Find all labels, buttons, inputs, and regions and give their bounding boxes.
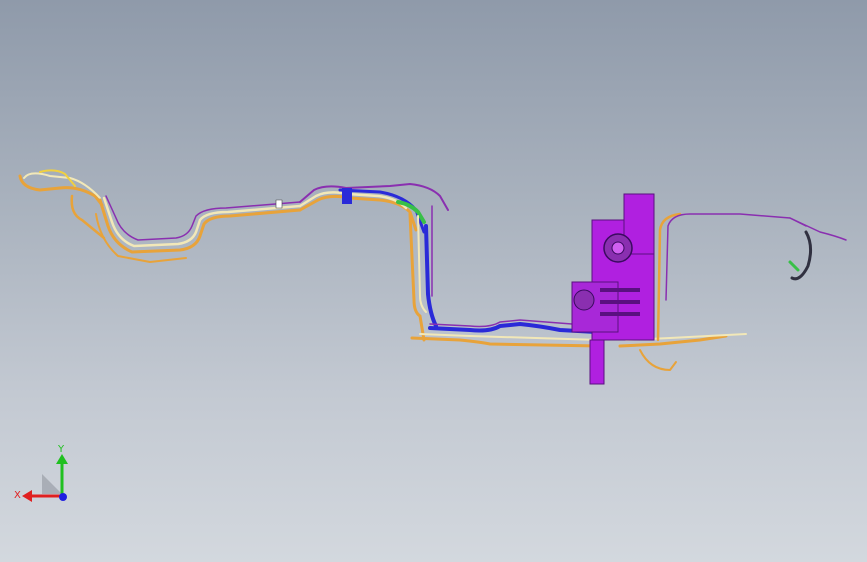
right-branch — [789, 217, 847, 241]
hvac-duct-bottom — [589, 339, 605, 385]
right-riser — [656, 212, 682, 342]
triad-y-arrow — [56, 454, 68, 464]
clip-mid — [342, 188, 352, 204]
hvac-grille — [600, 288, 640, 292]
right-loop — [639, 349, 677, 371]
hvac-grille-3 — [600, 312, 640, 316]
riser-orange — [408, 212, 426, 342]
hvac-assembly — [571, 193, 655, 385]
cad-viewport[interactable]: Y X — [0, 0, 867, 562]
hvac-grille-2 — [600, 300, 640, 304]
tag-left — [275, 199, 283, 209]
triad-x-label: X — [14, 490, 21, 501]
pipe-left-yellow — [39, 169, 76, 187]
blower-fan-hub — [611, 241, 625, 255]
right-riser-purple — [665, 213, 807, 301]
triad-y-label: Y — [57, 444, 65, 455]
triad-base-shade — [42, 474, 62, 494]
pipe-left-loop — [18, 174, 104, 207]
pipe-harness-model[interactable] — [0, 0, 867, 562]
hvac-lower-ring — [573, 289, 595, 311]
right-hook-green — [788, 260, 800, 272]
riser-blue — [424, 224, 438, 328]
triad-z-dot — [59, 493, 67, 501]
triad-x-arrow — [22, 490, 32, 502]
right-hook — [790, 230, 813, 281]
coordinate-triad: Y X — [14, 444, 68, 502]
